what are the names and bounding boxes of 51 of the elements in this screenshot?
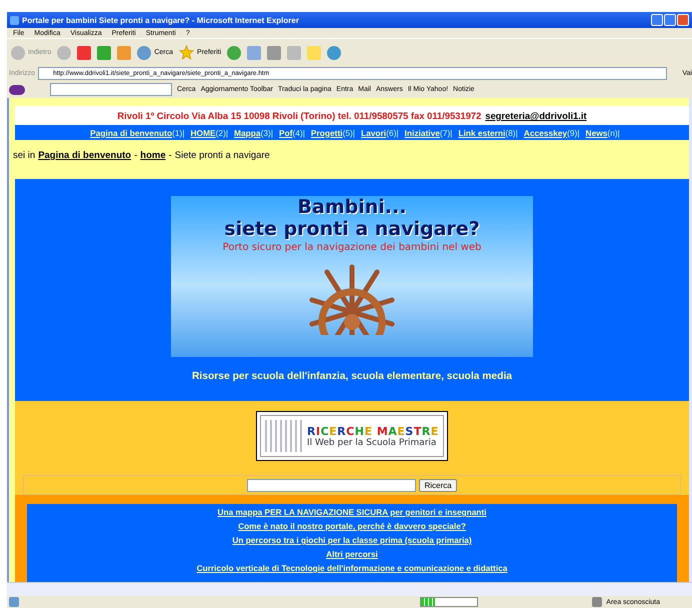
access-key: (7)| — [440, 128, 452, 138]
school-address: Rivoli 1º Circolo Via Alba 15 10098 Rivoli (Torino) tel. 011/9580575 fax 011/9531972 — [117, 110, 482, 121]
page-link[interactable]: Curricolo verticale di Tecnologie dell'informazione e comunicazione e didattica — [196, 562, 508, 574]
logo-title: RICERCHE MAESTRE — [307, 424, 439, 438]
access-key: (1)| — [172, 128, 184, 138]
nav-link[interactable]: Iniziative — [404, 128, 440, 138]
minimize-button[interactable] — [651, 14, 663, 26]
access-key: (2)| — [216, 128, 228, 138]
access-key: (3)| — [260, 128, 273, 138]
search-button[interactable]: Ricerca — [419, 478, 457, 492]
yahoo-search-field[interactable] — [50, 83, 172, 96]
breadcrumb-prefix: sei in — [13, 150, 36, 161]
search-field[interactable] — [247, 478, 416, 492]
breadcrumb-link[interactable]: home — [140, 150, 166, 161]
nav-link[interactable]: HOME — [190, 128, 216, 138]
nav-link[interactable]: News — [586, 128, 608, 138]
tagline: Risorse per scuola dell'infanzia, scuola elementare, scuola media — [192, 371, 512, 382]
close-button[interactable] — [677, 14, 689, 26]
email-link[interactable]: segreteria@ddrivoli1.it — [485, 110, 587, 121]
banner-subtitle: Porto sicuro per la navigazione dei bambini nel web — [222, 242, 482, 253]
page-link[interactable]: Una mappa PER LA NAVIGAZIONE SICURA per genitori e insegnanti — [218, 506, 486, 518]
nav-link[interactable]: Progetti — [310, 128, 343, 138]
nav-link[interactable]: Mappa — [234, 128, 261, 138]
window-title: Portale per bambini Siete pronti a navigare? - Microsoft Internet Explorer — [22, 16, 300, 24]
access-key: (5)| — [342, 128, 355, 138]
access-key: (n)| — [607, 128, 620, 138]
access-key: (8)| — [505, 128, 518, 138]
breadcrumb-separator: - — [134, 150, 138, 161]
maximize-button[interactable] — [664, 14, 676, 26]
vertical-scrollbar[interactable] — [689, 98, 692, 582]
forward-icon[interactable] — [57, 46, 72, 60]
nav-link[interactable]: Pagina di benvenuto — [90, 128, 172, 138]
nav-link[interactable]: Lavori — [360, 128, 386, 138]
nav-link[interactable]: Pof — [279, 128, 292, 138]
banner-title: siete pronti a navigare? — [224, 218, 480, 240]
nav-link[interactable]: Link esterni — [458, 128, 506, 138]
page-link[interactable]: Altri percorsi — [326, 548, 378, 560]
logo-banner[interactable]: RICERCHE MAESTRE Il Web per la Scuola Primaria — [256, 411, 448, 461]
nav-link[interactable]: Accesskey — [524, 128, 568, 138]
banner-title: Bambini... — [298, 196, 406, 218]
page-link[interactable]: Come è nato il nostro portale, perché è davvero speciale? — [238, 520, 466, 532]
horizontal-scrollbar[interactable] — [7, 582, 692, 596]
access-key: (6)| — [386, 128, 399, 138]
breadcrumb-separator: - — [168, 150, 172, 161]
breadcrumb-current: Siete pronti a navigare — [174, 150, 270, 161]
access-key: (9)| — [567, 128, 580, 138]
page-link[interactable]: Un percorso tra i giochi per la classe prima (scuola primaria) — [232, 534, 472, 546]
logo-subtitle: Il Web per la Scuola Primaria — [307, 438, 438, 448]
access-key: (4)| — [292, 128, 305, 138]
breadcrumb-link[interactable]: Pagina di benvenuto — [38, 150, 132, 161]
star-icon — [179, 45, 194, 60]
